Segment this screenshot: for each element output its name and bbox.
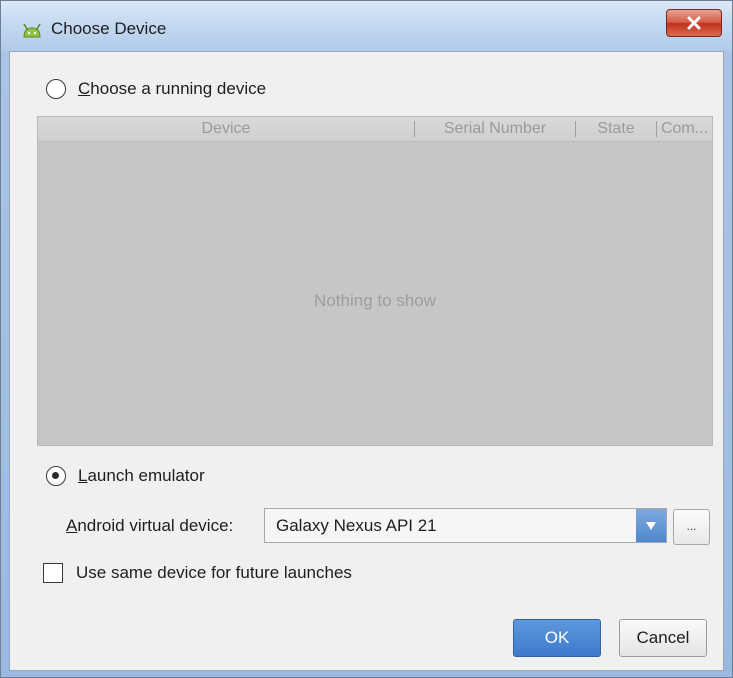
launch-emulator-label[interactable]: Launch emulator [78, 466, 205, 486]
title-bar[interactable]: Choose Device [1, 1, 732, 51]
device-table[interactable]: Device Serial Number State Com... Nothin… [37, 116, 713, 446]
close-icon [686, 16, 702, 30]
dialog-content: Choose a running device Device Serial Nu… [9, 51, 724, 671]
running-device-label[interactable]: Choose a running device [78, 79, 266, 99]
browse-avd-button[interactable]: ... [673, 509, 710, 545]
column-state[interactable]: State [576, 117, 656, 141]
running-device-radio[interactable] [46, 79, 66, 99]
choose-device-dialog: Choose Device Choose a running device De… [0, 0, 733, 678]
launch-emulator-radio[interactable] [46, 466, 66, 486]
avd-label: Android virtual device: [66, 516, 234, 535]
ok-button[interactable]: OK [513, 619, 601, 657]
cancel-button[interactable]: Cancel [619, 619, 707, 657]
window-title: Choose Device [51, 19, 167, 38]
table-header: Device Serial Number State Com... [38, 117, 712, 142]
avd-selected-value: Galaxy Nexus API 21 [276, 516, 437, 535]
chevron-down-icon[interactable] [636, 509, 666, 542]
empty-table-message: Nothing to show [314, 291, 436, 310]
avd-dropdown[interactable]: Galaxy Nexus API 21 [264, 508, 667, 543]
column-serial-number[interactable]: Serial Number [415, 117, 575, 141]
column-compatible[interactable]: Com... [657, 117, 712, 141]
same-device-checkbox[interactable] [43, 563, 63, 583]
android-icon [21, 21, 43, 39]
same-device-label[interactable]: Use same device for future launches [76, 563, 352, 583]
close-button[interactable] [666, 9, 722, 37]
column-device[interactable]: Device [38, 117, 414, 141]
